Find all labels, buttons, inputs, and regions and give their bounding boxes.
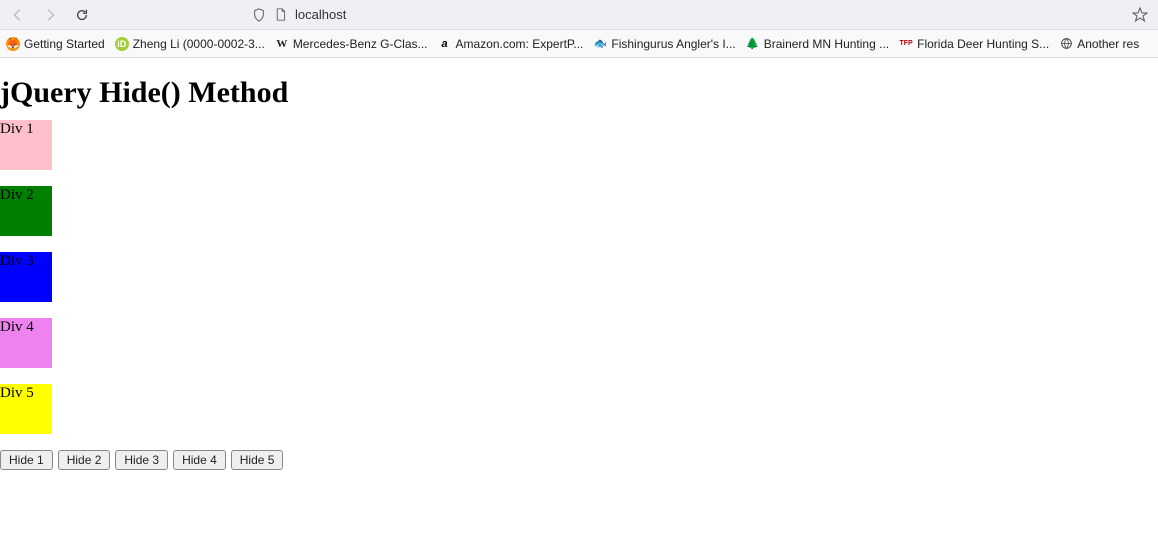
tree-icon: 🌲	[746, 37, 760, 51]
firefox-icon: 🦊	[6, 37, 20, 51]
forward-button[interactable]	[38, 3, 62, 27]
hide-5-button[interactable]: Hide 5	[231, 450, 284, 470]
url-text: localhost	[295, 7, 346, 22]
bookmark-fishingurus[interactable]: 🐟 Fishingurus Angler's I...	[593, 37, 735, 51]
page-content: jQuery Hide() Method Div 1 Div 2 Div 3 D…	[0, 58, 1158, 470]
arrow-left-icon	[11, 8, 25, 22]
fish-icon: 🐟	[593, 37, 607, 51]
address-bar[interactable]: localhost	[102, 3, 1120, 27]
div-label: Div 1	[0, 121, 34, 137]
bookmark-mercedes[interactable]: W Mercedes-Benz G-Clas...	[275, 37, 428, 51]
wikipedia-icon: W	[275, 37, 289, 51]
div-label: Div 2	[0, 187, 34, 203]
div-4: Div 4	[0, 318, 52, 368]
hide-1-button[interactable]: Hide 1	[0, 450, 53, 470]
div-1: Div 1	[0, 120, 52, 170]
bookmark-label: Brainerd MN Hunting ...	[764, 37, 889, 51]
bookmark-florida-deer[interactable]: TFP Florida Deer Hunting S...	[899, 37, 1049, 51]
bookmark-brainerd[interactable]: 🌲 Brainerd MN Hunting ...	[746, 37, 889, 51]
browser-toolbar: localhost	[0, 0, 1158, 30]
reload-icon	[75, 8, 89, 22]
bookmark-zheng-li[interactable]: iD Zheng Li (0000-0002-3...	[115, 37, 265, 51]
shield-icon	[252, 8, 266, 22]
bookmark-amazon[interactable]: a Amazon.com: ExpertP...	[438, 37, 584, 51]
div-label: Div 5	[0, 385, 34, 401]
bookmark-label: Getting Started	[24, 37, 105, 51]
div-label: Div 4	[0, 319, 34, 335]
orcid-icon: iD	[115, 37, 129, 51]
bookmark-star-button[interactable]	[1128, 3, 1152, 27]
buttons-row: Hide 1 Hide 2 Hide 3 Hide 4 Hide 5	[0, 450, 1158, 470]
reload-button[interactable]	[70, 3, 94, 27]
div-3: Div 3	[0, 252, 52, 302]
hide-3-button[interactable]: Hide 3	[115, 450, 168, 470]
bookmark-label: Zheng Li (0000-0002-3...	[133, 37, 265, 51]
bookmark-label: Fishingurus Angler's I...	[611, 37, 735, 51]
bookmarks-bar: 🦊 Getting Started iD Zheng Li (0000-0002…	[0, 30, 1158, 58]
bookmark-label: Florida Deer Hunting S...	[917, 37, 1049, 51]
hide-2-button[interactable]: Hide 2	[58, 450, 111, 470]
bookmark-label: Another res	[1077, 37, 1139, 51]
back-button[interactable]	[6, 3, 30, 27]
div-2: Div 2	[0, 186, 52, 236]
amazon-icon: a	[438, 37, 452, 51]
bookmark-another-res[interactable]: Another res	[1059, 37, 1139, 51]
globe-icon	[1059, 37, 1073, 51]
bookmark-getting-started[interactable]: 🦊 Getting Started	[6, 37, 105, 51]
page-title: jQuery Hide() Method	[0, 58, 1158, 120]
document-icon	[274, 8, 287, 21]
div-label: Div 3	[0, 253, 34, 269]
bookmark-label: Mercedes-Benz G-Clas...	[293, 37, 428, 51]
star-icon	[1132, 7, 1148, 23]
bookmark-label: Amazon.com: ExpertP...	[456, 37, 584, 51]
tfp-icon: TFP	[899, 37, 913, 51]
arrow-right-icon	[43, 8, 57, 22]
hide-4-button[interactable]: Hide 4	[173, 450, 226, 470]
div-5: Div 5	[0, 384, 52, 434]
